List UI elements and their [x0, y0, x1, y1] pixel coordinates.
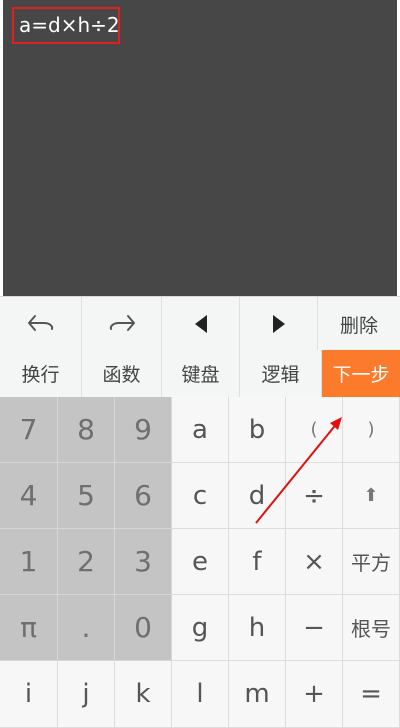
key-g[interactable]: g: [172, 595, 229, 661]
mode-tabs: 换行 函数 键盘 逻辑 下一步: [0, 350, 400, 398]
tab-functions[interactable]: 函数: [82, 350, 162, 397]
triangle-right-icon: [272, 315, 285, 333]
key-open-paren[interactable]: (: [286, 397, 343, 463]
key-minus[interactable]: −: [286, 595, 343, 661]
key-superscript-up[interactable]: ⬆: [343, 463, 400, 529]
key-6[interactable]: 6: [115, 463, 172, 529]
key-4[interactable]: 4: [0, 463, 58, 529]
keypad: 7 8 9 a b ( ) 4 5 6 c d ÷ ⬆ 1 2 3 e f × …: [0, 397, 400, 728]
undo-icon: [27, 315, 53, 331]
formula-display[interactable]: a=d×h÷2: [3, 0, 397, 296]
key-f[interactable]: f: [229, 529, 286, 595]
key-sqrt[interactable]: 根号: [343, 595, 400, 661]
key-k[interactable]: k: [115, 661, 172, 728]
key-plus[interactable]: +: [286, 661, 343, 728]
key-h[interactable]: h: [229, 595, 286, 661]
undo-button[interactable]: [0, 297, 82, 351]
key-l[interactable]: l: [172, 661, 229, 728]
key-7[interactable]: 7: [0, 397, 58, 463]
key-square[interactable]: 平方: [343, 529, 400, 595]
calculator-screen: a=d×h÷2 删除 换行 函数 键盘 逻辑 下一步 7 8 9 a b ( )…: [0, 0, 400, 728]
tab-newline[interactable]: 换行: [0, 350, 82, 397]
redo-icon: [109, 315, 135, 331]
triangle-left-icon: [194, 315, 207, 333]
key-j[interactable]: j: [58, 661, 115, 728]
key-b[interactable]: b: [229, 397, 286, 463]
key-e[interactable]: e: [172, 529, 229, 595]
key-3[interactable]: 3: [115, 529, 172, 595]
key-2[interactable]: 2: [58, 529, 115, 595]
tab-keyboard[interactable]: 键盘: [162, 350, 240, 397]
edit-toolbar: 删除: [0, 296, 400, 352]
key-5[interactable]: 5: [58, 463, 115, 529]
key-decimal[interactable]: .: [58, 595, 115, 661]
key-m[interactable]: m: [229, 661, 286, 728]
key-multiply[interactable]: ×: [286, 529, 343, 595]
key-d[interactable]: d: [229, 463, 286, 529]
tab-logic[interactable]: 逻辑: [240, 350, 322, 397]
key-i[interactable]: i: [0, 661, 58, 728]
formula-text[interactable]: a=d×h÷2: [12, 7, 120, 44]
key-c[interactable]: c: [172, 463, 229, 529]
key-8[interactable]: 8: [58, 397, 115, 463]
next-step-button[interactable]: 下一步: [322, 350, 400, 397]
cursor-right-button[interactable]: [240, 297, 318, 351]
key-0[interactable]: 0: [115, 595, 172, 661]
key-close-paren[interactable]: ): [343, 397, 400, 463]
key-a[interactable]: a: [172, 397, 229, 463]
key-pi[interactable]: π: [0, 595, 58, 661]
cursor-left-button[interactable]: [162, 297, 240, 351]
key-1[interactable]: 1: [0, 529, 58, 595]
key-9[interactable]: 9: [115, 397, 172, 463]
delete-button[interactable]: 删除: [318, 297, 400, 351]
key-divide[interactable]: ÷: [286, 463, 343, 529]
key-equals[interactable]: =: [343, 661, 400, 728]
redo-button[interactable]: [82, 297, 162, 351]
